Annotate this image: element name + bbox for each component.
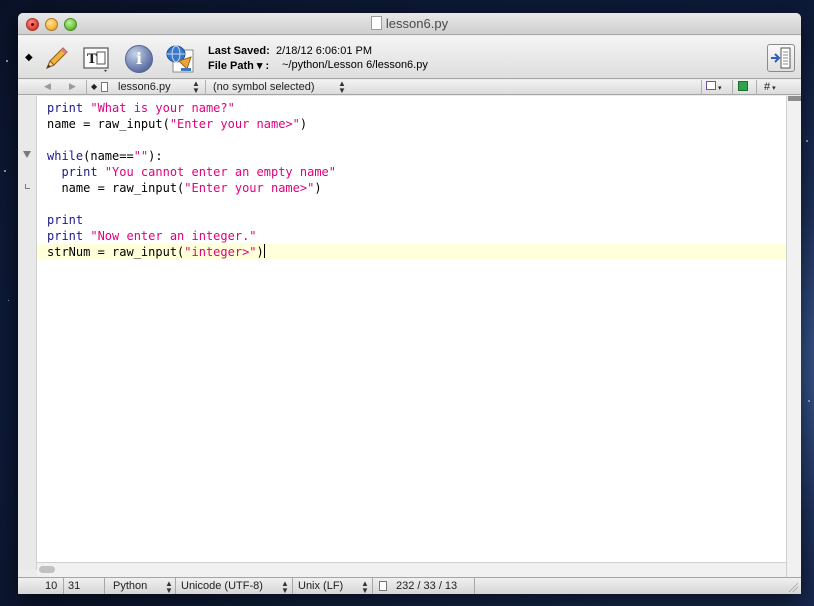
nav-divider — [205, 80, 206, 95]
encoding-popup[interactable]: Unicode (UTF-8) — [181, 580, 263, 592]
code-string: "integer>" — [184, 245, 257, 259]
file-icon — [101, 82, 108, 95]
file-popup-menu[interactable]: lesson6.py — [118, 81, 171, 93]
fold-triangle-icon[interactable] — [23, 151, 31, 158]
info-icon[interactable]: i — [125, 45, 153, 73]
split-view-button[interactable] — [767, 44, 795, 72]
split-view-icon — [771, 47, 791, 69]
code-line[interactable]: while(name==""): — [37, 148, 786, 164]
code-line[interactable]: name = raw_input("Enter your name>") — [37, 116, 786, 132]
code-line[interactable]: print "You cannot enter an empty name" — [37, 164, 786, 180]
code-text: name = raw_input( — [47, 181, 185, 195]
code-keyword: print — [47, 213, 84, 227]
column-number[interactable]: 31 — [68, 580, 80, 592]
code-line[interactable]: strNum = raw_input("integer>") — [37, 244, 786, 260]
vertical-scrollbar[interactable] — [786, 96, 801, 579]
nav-divider — [701, 80, 702, 95]
code-keyword: print — [47, 229, 84, 243]
code-string: "Now enter an integer." — [90, 229, 257, 243]
back-arrow-icon[interactable]: ◀ — [44, 81, 51, 92]
document-stats-icon[interactable] — [379, 581, 387, 594]
code-keyword: print — [61, 165, 98, 179]
nav-divider — [732, 80, 733, 95]
split-handle[interactable] — [788, 96, 801, 101]
window-title-text: lesson6.py — [385, 16, 449, 31]
code-text: ) — [314, 181, 322, 195]
desktop-star — [808, 400, 810, 402]
pencil-icon[interactable] — [42, 45, 70, 73]
status-divider — [63, 578, 64, 594]
file-popup-chevron-icon[interactable]: ▲ ▼ — [192, 80, 200, 95]
resize-grip-icon[interactable] — [786, 580, 798, 592]
title-bar[interactable]: lesson6.py — [18, 13, 801, 35]
code-text: ) — [299, 117, 308, 131]
file-path-value: ~/python/Lesson 6/lesson6.py — [282, 59, 428, 71]
document-diamond-icon[interactable]: ◆ — [25, 52, 33, 63]
code-string: "Enter your name>" — [184, 181, 315, 195]
code-line[interactable]: name = raw_input("Enter your name>") — [37, 180, 786, 196]
text-caret — [263, 244, 265, 258]
share-icon[interactable] — [163, 41, 197, 75]
status-bar: 10 31 Python ▲ ▼ Unicode (UTF-8) ▲ ▼ Unix … — [18, 577, 801, 594]
code-line[interactable] — [37, 196, 786, 212]
counterpart-icon[interactable] — [738, 81, 748, 94]
code-text: name = raw_input( — [47, 117, 170, 131]
file-path-label[interactable]: File Path ▾ : — [208, 59, 269, 72]
code-keyword: while — [47, 149, 84, 163]
last-saved-label: Last Saved: — [208, 45, 270, 57]
bookmark-menu-icon[interactable]: ▾ — [706, 81, 721, 93]
code-line[interactable]: print "Now enter an integer." — [37, 228, 786, 244]
document-stats: 232 / 33 / 13 — [396, 580, 458, 592]
language-popup[interactable]: Python — [113, 580, 147, 592]
horizontal-scroll-thumb[interactable] — [39, 566, 55, 573]
document-diamond-icon[interactable]: ◆ — [91, 82, 97, 91]
desktop-star — [4, 170, 6, 172]
code-line[interactable]: print — [37, 212, 786, 228]
status-divider — [372, 578, 373, 594]
line-gutter[interactable] — [18, 96, 37, 570]
nav-divider — [86, 80, 87, 95]
fold-end-marker-icon — [25, 184, 30, 189]
window-title: lesson6.py — [18, 16, 801, 31]
nav-divider — [756, 80, 757, 95]
status-divider — [175, 578, 176, 594]
svg-text:T: T — [87, 52, 97, 67]
language-chevron-icon[interactable]: ▲ ▼ — [165, 580, 173, 595]
line-number[interactable]: 10 — [45, 580, 57, 592]
symbol-popup-chevron-icon[interactable]: ▲ ▼ — [338, 80, 346, 95]
code-editor[interactable]: print "What is your name?" name = raw_inp… — [37, 96, 786, 562]
code-string: "What is your name?" — [90, 101, 235, 115]
toolbar: ◆ T i Last Saved: 2/18/12 6:06:01 PM Fil… — [18, 36, 801, 79]
code-line[interactable] — [37, 132, 786, 148]
code-string: "" — [133, 149, 149, 163]
status-divider — [474, 578, 475, 594]
navigation-bar: ◀ ▶ ◆ lesson6.py ▲ ▼ (no symbol selected)… — [18, 80, 801, 95]
includes-menu[interactable]: # ▾ — [764, 81, 776, 93]
line-endings-popup[interactable]: Unix (LF) — [298, 580, 343, 592]
code-text: (name== — [83, 149, 134, 163]
code-string: "Enter your name>" — [169, 117, 300, 131]
desktop-star — [6, 60, 8, 62]
line-endings-chevron-icon[interactable]: ▲ ▼ — [361, 580, 369, 595]
code-text: ): — [148, 149, 163, 163]
code-text: ) — [256, 245, 264, 259]
encoding-chevron-icon[interactable]: ▲ ▼ — [281, 580, 289, 595]
last-saved-value: 2/18/12 6:06:01 PM — [276, 45, 373, 57]
editor-window: lesson6.py ◆ T i Last Saved: 2/18/12 6:0… — [18, 13, 801, 594]
symbol-popup-menu[interactable]: (no symbol selected) — [213, 81, 315, 93]
document-icon[interactable] — [370, 16, 382, 30]
code-keyword: print — [47, 101, 84, 115]
desktop-star — [8, 300, 9, 301]
horizontal-scrollbar[interactable] — [37, 562, 786, 577]
forward-arrow-icon[interactable]: ▶ — [69, 81, 76, 92]
code-line[interactable]: print "What is your name?" — [37, 100, 786, 116]
desktop-star — [806, 140, 808, 142]
code-string: "You cannot enter an empty name" — [104, 165, 336, 179]
status-divider — [292, 578, 293, 594]
status-divider — [104, 578, 105, 594]
code-text: strNum = raw_input( — [47, 245, 185, 259]
text-options-icon[interactable]: T — [82, 45, 110, 73]
